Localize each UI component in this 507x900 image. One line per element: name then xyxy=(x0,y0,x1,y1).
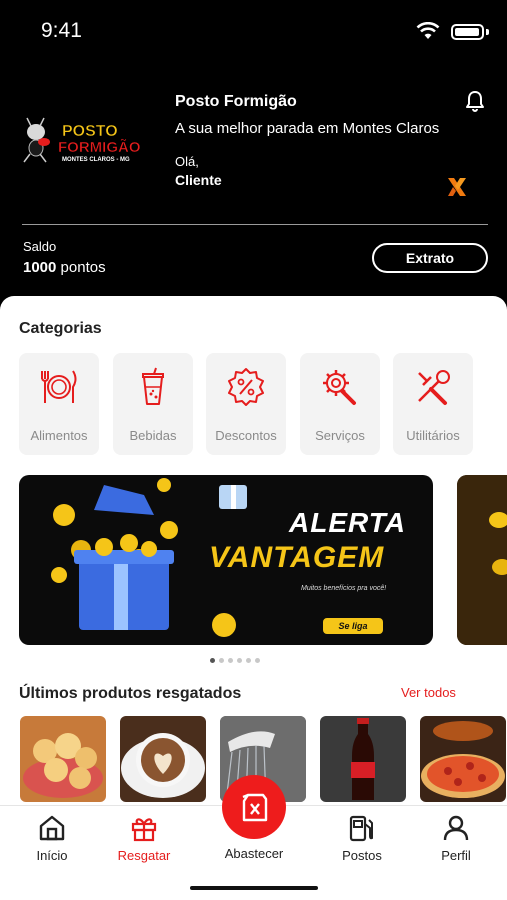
banner-subtitle: Muitos benefícios pra você! xyxy=(301,585,387,592)
carousel-dot[interactable] xyxy=(255,658,260,663)
tab-postos[interactable]: Postos xyxy=(322,814,402,863)
tools-icon xyxy=(418,370,450,405)
balance-value: 1000 pontos xyxy=(23,259,106,276)
carousel-dot[interactable] xyxy=(219,658,224,663)
coca-cola-image xyxy=(320,716,406,802)
pizza-image xyxy=(420,716,506,802)
see-all-link[interactable]: Ver todos xyxy=(401,685,456,700)
greeting: Olá, xyxy=(175,154,199,169)
battery-tip xyxy=(486,29,489,35)
balance-points: 1000 xyxy=(23,259,57,276)
promo-banner[interactable]: ALERTA VANTAGEM Muitos benefícios pra vo… xyxy=(19,475,433,645)
tab-label: Resgatar xyxy=(117,848,171,863)
fuel-pump-icon xyxy=(349,815,373,842)
discount-badge-icon xyxy=(228,368,264,406)
tab-label: Postos xyxy=(342,848,382,863)
tab-inicio[interactable]: Início xyxy=(12,814,92,863)
category-utilitarios[interactable]: Utilitários xyxy=(393,353,473,455)
cappuccino-image xyxy=(120,716,206,802)
tab-label: Início xyxy=(36,848,68,863)
user-icon xyxy=(443,815,469,841)
banner-title-1: ALERTA xyxy=(289,507,406,538)
category-bebidas[interactable]: Bebidas xyxy=(113,353,193,455)
gift-icon xyxy=(131,818,157,842)
banner-cta-button[interactable]: Se liga xyxy=(323,618,383,634)
category-label: Utilitários xyxy=(406,428,460,443)
drink-cup-icon xyxy=(142,367,164,405)
status-time: 9:41 xyxy=(41,19,82,42)
status-bar: 9:41 xyxy=(0,0,507,64)
product-card-coca-cola[interactable] xyxy=(320,716,406,802)
balance-label: Saldo xyxy=(23,239,57,254)
abastecer-fab-button[interactable] xyxy=(222,775,286,839)
carousel-dot[interactable] xyxy=(246,658,251,663)
categories-title: Categorias xyxy=(19,320,102,337)
gear-wrench-icon xyxy=(323,370,356,405)
posto-formigao-logo: POSTO FORMIGÃO MONTES CLAROS - MG xyxy=(23,117,141,163)
category-label: Bebidas xyxy=(129,428,177,443)
wifi-icon xyxy=(416,22,440,39)
category-servicos[interactable]: Serviços xyxy=(300,353,380,455)
category-label: Serviços xyxy=(315,428,365,443)
home-icon xyxy=(39,815,65,841)
logo-line1: POSTO xyxy=(62,123,118,140)
fuel-can-icon xyxy=(242,793,268,822)
logo-line3: MONTES CLAROS - MG xyxy=(62,157,130,163)
tab-perfil[interactable]: Perfil xyxy=(416,814,496,863)
x-brand-icon xyxy=(448,178,466,196)
coins-illustration xyxy=(457,475,507,645)
products-title: Últimos produtos resgatados xyxy=(19,685,242,702)
carousel-dot[interactable] xyxy=(228,658,233,663)
category-label: Descontos xyxy=(215,428,277,443)
balance-unit: pontos xyxy=(60,259,106,276)
category-alimentos[interactable]: Alimentos xyxy=(19,353,99,455)
promo-banner-next[interactable] xyxy=(457,475,507,645)
carousel-dot[interactable] xyxy=(210,658,215,663)
carousel-dots xyxy=(210,658,260,663)
utensils-icon xyxy=(41,370,77,403)
tab-label: Perfil xyxy=(441,848,471,863)
product-card-pizza[interactable] xyxy=(420,716,506,802)
logo-line2: FORMIGÃO xyxy=(58,138,141,156)
header: POSTO FORMIGÃO MONTES CLAROS - MG Posto … xyxy=(0,64,507,304)
banner-title-2: VANTAGEM xyxy=(209,541,385,574)
battery-icon xyxy=(451,24,484,40)
home-indicator xyxy=(190,886,318,890)
header-divider xyxy=(22,224,488,225)
product-card-pao-de-queijo[interactable] xyxy=(20,716,106,802)
store-name: Posto Formigão xyxy=(175,93,297,110)
category-descontos[interactable]: Descontos xyxy=(206,353,286,455)
user-name: Cliente xyxy=(175,172,222,188)
cheese-bread-image xyxy=(20,716,106,802)
tab-label-abastecer: Abastecer xyxy=(224,846,284,861)
product-card-cappuccino[interactable] xyxy=(120,716,206,802)
tab-resgatar[interactable]: Resgatar xyxy=(104,814,184,863)
extrato-button[interactable]: Extrato xyxy=(372,243,488,273)
main-content: Categorias Alimentos Bebidas Descontos S… xyxy=(0,296,507,816)
bell-icon[interactable] xyxy=(464,90,486,112)
category-label: Alimentos xyxy=(30,428,88,443)
store-tagline: A sua melhor parada em Montes Claros xyxy=(175,120,440,137)
carousel-dot[interactable] xyxy=(237,658,242,663)
